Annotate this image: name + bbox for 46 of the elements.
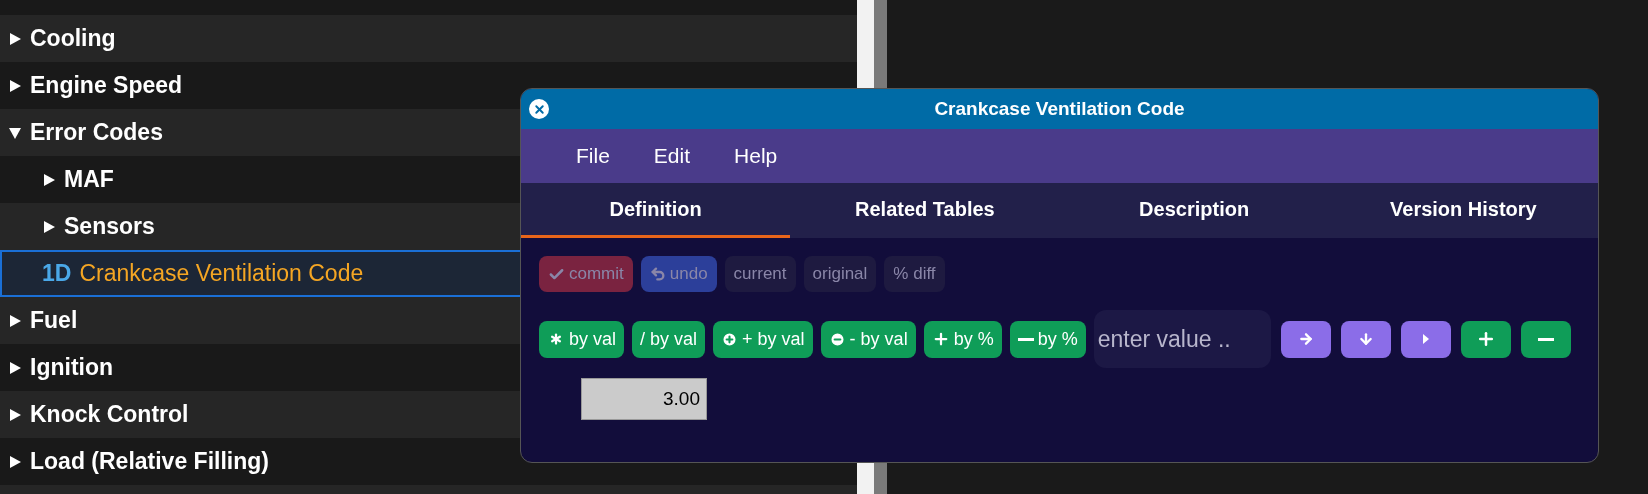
value-cell[interactable]: 3.00 xyxy=(581,378,707,420)
operation-button[interactable]: by val xyxy=(539,320,625,358)
collapsed-triangle-icon[interactable] xyxy=(8,407,22,422)
tree-item-label: Engine Speed xyxy=(30,71,183,101)
collapsed-triangle-icon[interactable] xyxy=(8,78,22,93)
tree-item-label: Sensors xyxy=(64,212,155,242)
collapsed-triangle-icon[interactable] xyxy=(8,454,22,469)
tree-item-label: Load (Relative Filling) xyxy=(30,447,269,477)
plus-circle-icon xyxy=(721,330,739,348)
tree-row[interactable]: Cooling xyxy=(0,15,857,62)
tree-item-label: Cooling xyxy=(30,24,116,54)
close-button[interactable] xyxy=(529,99,549,119)
tool-button[interactable] xyxy=(1520,320,1571,358)
operation-button[interactable]: / by val xyxy=(632,320,706,358)
collapsed-triangle-icon[interactable] xyxy=(8,31,22,46)
operation-button[interactable]: by % xyxy=(1009,320,1086,358)
tab[interactable]: Version History xyxy=(1328,183,1598,238)
tree-item-label: Ignition xyxy=(30,353,114,383)
tool-button[interactable] xyxy=(1460,320,1511,358)
tree-item-label: Fuel xyxy=(30,306,78,336)
tab[interactable]: Definition xyxy=(521,183,791,238)
tool-button[interactable] xyxy=(1280,320,1331,358)
arrow-down-icon xyxy=(1357,331,1374,347)
close-icon xyxy=(532,102,546,116)
minus-icon xyxy=(1537,337,1554,341)
undo-icon xyxy=(649,266,666,282)
operation-button[interactable]: by % xyxy=(923,320,1002,358)
collapsed-triangle-icon[interactable] xyxy=(42,172,56,187)
tool-button[interactable] xyxy=(1340,320,1391,358)
window-title: Crankcase Ventilation Code xyxy=(934,96,1185,121)
collapsed-triangle-icon[interactable] xyxy=(42,219,56,234)
minus-icon xyxy=(1017,337,1034,341)
caret-right-icon xyxy=(1422,334,1429,344)
minus-circle-icon xyxy=(828,330,846,348)
collapsed-triangle-icon[interactable] xyxy=(8,313,22,328)
tree-item-label: Crankcase Ventilation Code xyxy=(79,259,364,289)
expanded-triangle-icon[interactable] xyxy=(8,125,22,140)
operation-button[interactable]: + by val xyxy=(713,320,813,358)
operation-button[interactable]: - by val xyxy=(820,320,916,358)
tab[interactable]: Description xyxy=(1059,183,1329,238)
collapsed-triangle-icon[interactable] xyxy=(8,360,22,375)
tree-item-label: MAF xyxy=(64,165,114,195)
tree-item-label: Error Codes xyxy=(30,118,163,148)
dimension-label: 1D xyxy=(42,259,72,289)
tree-item-label: Knock Control xyxy=(30,400,189,430)
value-input-field[interactable]: enter value .. xyxy=(1093,310,1271,368)
